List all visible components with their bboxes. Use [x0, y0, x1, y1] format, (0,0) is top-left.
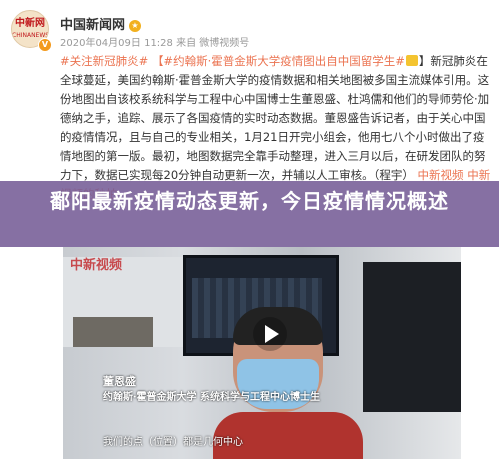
- verified-icon: V: [38, 38, 52, 52]
- vip-crown-icon: ★: [129, 20, 142, 32]
- hashtag-link[interactable]: #关注新冠肺炎#: [60, 54, 148, 68]
- play-icon: [265, 325, 279, 343]
- post-meta: 2020年04月09日 11:28 来自 微博视频号: [60, 38, 250, 49]
- video-right-panel: [363, 262, 461, 412]
- account-name[interactable]: 中国新闻网 ★: [60, 14, 142, 33]
- play-button[interactable]: [253, 317, 287, 351]
- video-watermark-logo: 中新视频: [70, 258, 123, 273]
- avatar-logo-text: 中新网: [15, 18, 45, 29]
- video-subtitle: 我们的点（位置）都是几何中心: [103, 437, 243, 448]
- weibo-post: 中新网 CHINANEWS.COM V 中国新闻网★ 2020年04月09日 1…: [0, 0, 499, 459]
- speaker-title: 约翰斯·霍普金斯大学 系统科学与工程中心博士生: [103, 392, 320, 403]
- video-player[interactable]: 中新视频 董恩盛 约翰斯·霍普金斯大学 系统科学与工程中心博士生 我们的点（位置…: [63, 247, 461, 459]
- headline-title: 鄱阳最新疫情动态更新，今日疫情情况概述: [50, 189, 449, 213]
- thumbs-up-emoji-icon: [405, 55, 418, 66]
- account-name-text: 中国新闻网: [60, 18, 126, 33]
- post-body: 蔓延，美国约翰斯·霍普金斯大学的疫情数据和相关地图被多国主流媒体引用。这份地图出…: [60, 73, 490, 182]
- headline-banner: 鄱阳最新疫情动态更新，今日疫情情况概述: [0, 181, 499, 247]
- speaker-name: 董恩盛: [103, 375, 136, 388]
- hashtag-link-2[interactable]: 【#约翰斯·霍普金斯大学疫情图出自中国留学生#: [152, 54, 405, 68]
